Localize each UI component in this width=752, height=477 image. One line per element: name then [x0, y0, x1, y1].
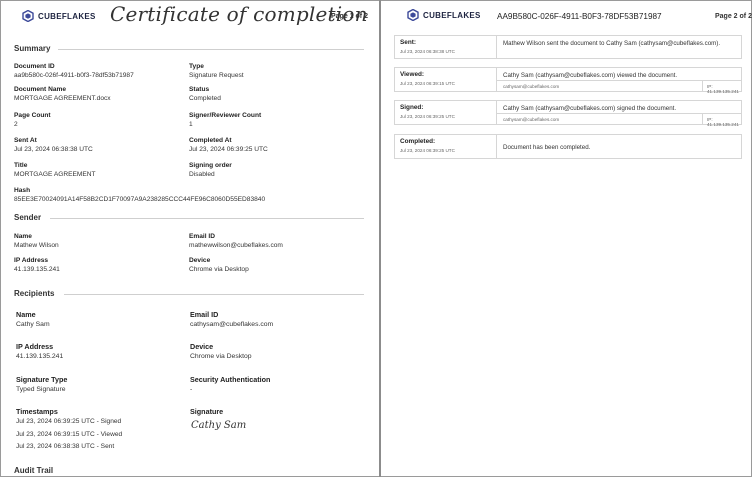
page-1[interactable]: CUBEFLAKES Certificate of completion Pag…: [0, 0, 379, 477]
timestamp-viewed: Jul 23, 2024 06:39:15 UTC - Viewed: [16, 430, 123, 438]
title-field: Title MORTGAGE AGREEMENT: [14, 162, 96, 178]
brand-logo: CUBEFLAKES: [22, 10, 96, 22]
page-count-field: Page Count 2: [14, 112, 51, 128]
security-authentication-field: Security Authentication -: [190, 375, 271, 394]
sender-name-field: Name Mathew Wilson: [14, 233, 59, 249]
section-divider: [58, 49, 364, 50]
document-id-header: AA9B580C-026F-4911-B0F3-78DF53B71987: [497, 12, 662, 21]
sender-email-field: Email ID mathewwilson@cubeflakes.com: [189, 233, 283, 249]
brand-logo: CUBEFLAKES: [407, 9, 481, 21]
audit-event-signed: Signed: Jul 23, 2024 06:39:25 UTC Cathy …: [394, 100, 742, 127]
page-number: Page 1 of 2: [331, 13, 368, 20]
typed-signature: Cathy Sam: [191, 420, 247, 431]
signer-count-field: Signer/Reviewer Count 1: [189, 112, 262, 128]
sent-at-field: Sent At Jul 23, 2024 06:38:38 UTC: [14, 137, 93, 153]
type-field: Type Signature Request: [189, 63, 244, 79]
audit-trail-heading: Audit Trail: [14, 466, 54, 475]
audit-event-completed: Completed: Jul 23, 2024 06:39:25 UTC Doc…: [394, 134, 742, 159]
certificate-title: Certificate of completion: [110, 2, 368, 26]
signature-type-field: Signature Type Typed Signature: [16, 375, 68, 394]
timestamp-signed: Jul 23, 2024 06:39:25 UTC - Signed: [16, 418, 122, 426]
section-divider: [50, 218, 364, 219]
recipient-name-field: Name Cathy Sam: [16, 310, 50, 329]
sender-device-field: Device Chrome via Desktop: [189, 257, 249, 273]
cube-logo-icon: [22, 10, 34, 22]
timestamp-sent: Jul 23, 2024 06:38:38 UTC - Sent: [16, 443, 115, 451]
brand-name: CUBEFLAKES: [423, 10, 481, 20]
timestamps-field: Timestamps Jul 23, 2024 06:39:25 UTC - S…: [16, 407, 123, 451]
document-id-field: Document ID aa9b580c-026f-4911-b0f3-78df5…: [14, 63, 134, 79]
sender-heading: Sender: [14, 213, 42, 222]
audit-event-viewed: Viewed: Jul 23, 2024 06:39:15 UTC Cathy …: [394, 67, 742, 94]
summary-heading: Summary: [14, 44, 51, 53]
recipient-device-field: Device Chrome via Desktop: [190, 342, 252, 361]
recipient-ip-field: IP Address 41.139.135.241: [16, 342, 64, 361]
completed-at-field: Completed At Jul 23, 2024 06:39:25 UTC: [189, 137, 268, 153]
hash-field: Hash 85EE3E70024091A14F58B2CD1F70097A9A23…: [14, 187, 266, 203]
page-2[interactable]: CUBEFLAKES AA9B580C-026F-4911-B0F3-78DF5…: [381, 0, 752, 477]
recipients-heading: Recipients: [14, 289, 55, 298]
sender-ip-field: IP Address 41.139.135.241: [14, 257, 60, 273]
section-divider: [64, 294, 364, 295]
signing-order-field: Signing order Disabled: [189, 162, 232, 178]
page-number: Page 2 of 2: [715, 13, 752, 20]
status-field: Status Completed: [189, 86, 221, 102]
brand-name: CUBEFLAKES: [38, 11, 96, 21]
recipient-email-field: Email ID cathysam@cubeflakes.com: [190, 310, 274, 329]
document-name-field: Document Name MORTGAGE AGREEMENT.docx: [14, 86, 111, 102]
cube-logo-icon: [407, 9, 419, 21]
audit-event-sent: Sent: Jul 23, 2024 06:38:38 UTC Mathew W…: [394, 35, 742, 59]
signature-label: Signature: [190, 407, 224, 416]
